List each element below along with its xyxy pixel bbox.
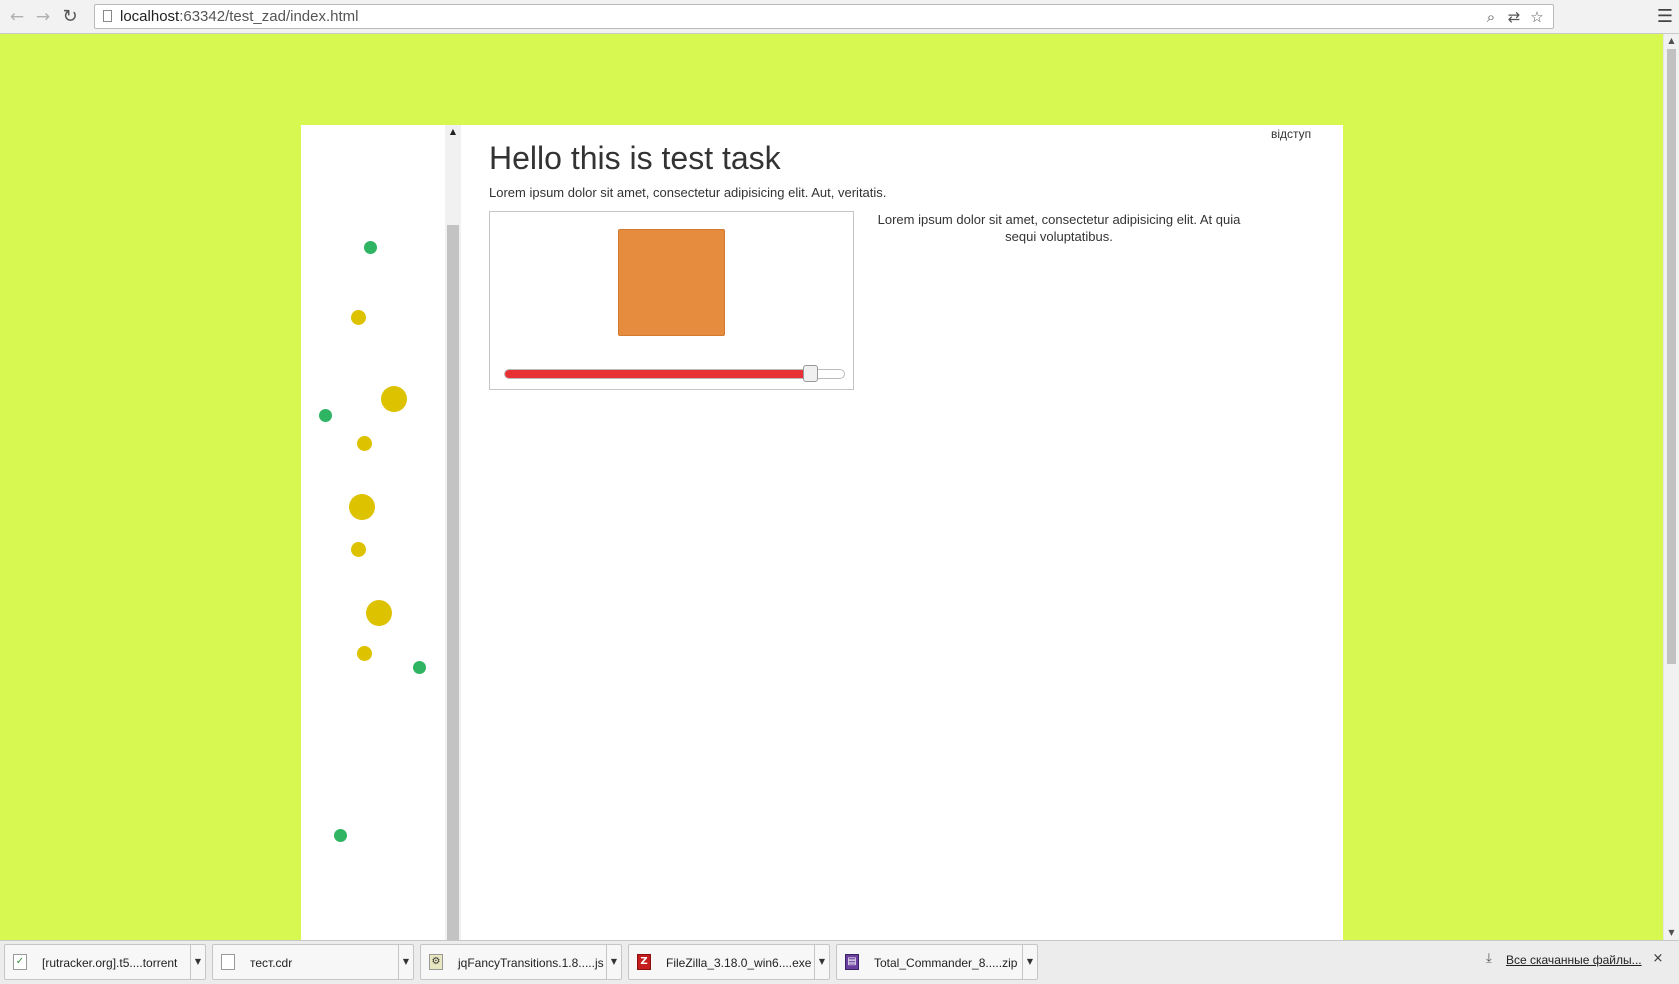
- torrent-file-icon: ✓: [13, 954, 27, 970]
- chevron-down-icon[interactable]: ▼: [814, 945, 829, 979]
- yellow-dot: [381, 386, 407, 412]
- address-bar[interactable]: localhost:63342/test_zad/index.html ⌕ ⇄ ☆: [94, 4, 1554, 29]
- reload-icon[interactable]: ↻: [59, 6, 81, 28]
- size-slider[interactable]: [504, 365, 845, 382]
- indent-label: відступ: [1271, 127, 1312, 141]
- sidebar-panel: [301, 125, 444, 940]
- browser-toolbar: ← → ↻ localhost:63342/test_zad/index.htm…: [0, 0, 1679, 34]
- bookmark-star-icon[interactable]: ☆: [1527, 7, 1547, 27]
- intro-text: Lorem ipsum dolor sit amet, consectetur …: [489, 185, 887, 200]
- document-icon: [221, 954, 235, 970]
- download-icon: ⤓: [1486, 951, 1492, 966]
- slider-handle[interactable]: [803, 365, 819, 382]
- page-icon: [103, 10, 112, 22]
- show-all-downloads-link[interactable]: Все скачанные файлы...: [1506, 953, 1642, 967]
- yellow-dot: [351, 542, 366, 557]
- sidebar-scrollbar-thumb[interactable]: [447, 225, 459, 940]
- yellow-dot: [357, 646, 372, 661]
- download-filename: [rutracker.org].t5....torrent: [42, 956, 178, 970]
- green-dot: [334, 829, 347, 842]
- close-icon[interactable]: ×: [1651, 952, 1665, 966]
- chevron-down-icon[interactable]: ▼: [398, 945, 413, 979]
- chevron-down-icon[interactable]: ▼: [606, 945, 621, 979]
- url-path: :63342/test_zad/index.html: [179, 8, 359, 25]
- download-shelf: ✓ [rutracker.org].t5....torrent ▼ тест.c…: [0, 940, 1679, 984]
- yellow-dot: [357, 436, 372, 451]
- download-filename: jqFancyTransitions.1.8.....js: [458, 956, 604, 970]
- main-container: ▲ відступ Hello this is test task Lorem …: [301, 125, 1343, 940]
- back-arrow-icon[interactable]: ←: [6, 6, 28, 28]
- chevron-down-icon[interactable]: ▼: [1022, 945, 1037, 979]
- side-paragraph: Lorem ipsum dolor sit amet, consectetur …: [877, 212, 1241, 244]
- download-filename: FileZilla_3.18.0_win6....exe: [666, 956, 812, 970]
- chevron-down-icon[interactable]: ▼: [190, 945, 205, 979]
- demo-box: [489, 211, 854, 390]
- green-dot: [413, 661, 426, 674]
- url-host: localhost: [120, 8, 180, 25]
- download-item[interactable]: ✓ [rutracker.org].t5....torrent ▼: [4, 944, 206, 980]
- download-item[interactable]: тест.cdr ▼: [212, 944, 414, 980]
- page-viewport: ▲ відступ Hello this is test task Lorem …: [0, 34, 1663, 940]
- green-dot: [319, 409, 332, 422]
- green-dot: [364, 241, 377, 254]
- download-item[interactable]: ⚙ jqFancyTransitions.1.8.....js ▼: [420, 944, 622, 980]
- download-filename: Total_Commander_8.....zip: [874, 956, 1018, 970]
- orange-square: [618, 229, 725, 336]
- download-item[interactable]: ▤ Total_Commander_8.....zip ▼: [836, 944, 1038, 980]
- slider-fill: [505, 370, 811, 378]
- download-item[interactable]: Z FileZilla_3.18.0_win6....exe ▼: [628, 944, 830, 980]
- browser-menu-icon[interactable]: ☰: [1655, 6, 1675, 28]
- yellow-dot: [349, 494, 375, 520]
- page-scrollbar[interactable]: ▲ ▼: [1663, 34, 1679, 940]
- address-bar-actions: ⌕ ⇄ ☆: [1478, 7, 1547, 27]
- scroll-up-arrow-icon[interactable]: ▲: [445, 125, 461, 139]
- download-filename: тест.cdr: [250, 956, 293, 970]
- filezilla-icon: Z: [637, 954, 651, 970]
- page-scroll-up-icon[interactable]: ▲: [1664, 34, 1679, 48]
- page-scroll-down-icon[interactable]: ▼: [1664, 926, 1679, 940]
- archive-icon: ▤: [845, 954, 859, 970]
- sidebar-scrollbar[interactable]: ▲: [445, 125, 461, 940]
- url-text[interactable]: localhost:63342/test_zad/index.html: [120, 8, 359, 25]
- yellow-dot: [351, 310, 366, 325]
- script-file-icon: ⚙: [429, 954, 443, 970]
- forward-arrow-icon[interactable]: →: [32, 6, 54, 28]
- zoom-icon[interactable]: ⌕: [1481, 7, 1501, 27]
- yellow-dot: [366, 600, 392, 626]
- translate-icon[interactable]: ⇄: [1504, 7, 1524, 27]
- page-title: Hello this is test task: [489, 140, 781, 176]
- page-scrollbar-thumb[interactable]: [1667, 49, 1676, 664]
